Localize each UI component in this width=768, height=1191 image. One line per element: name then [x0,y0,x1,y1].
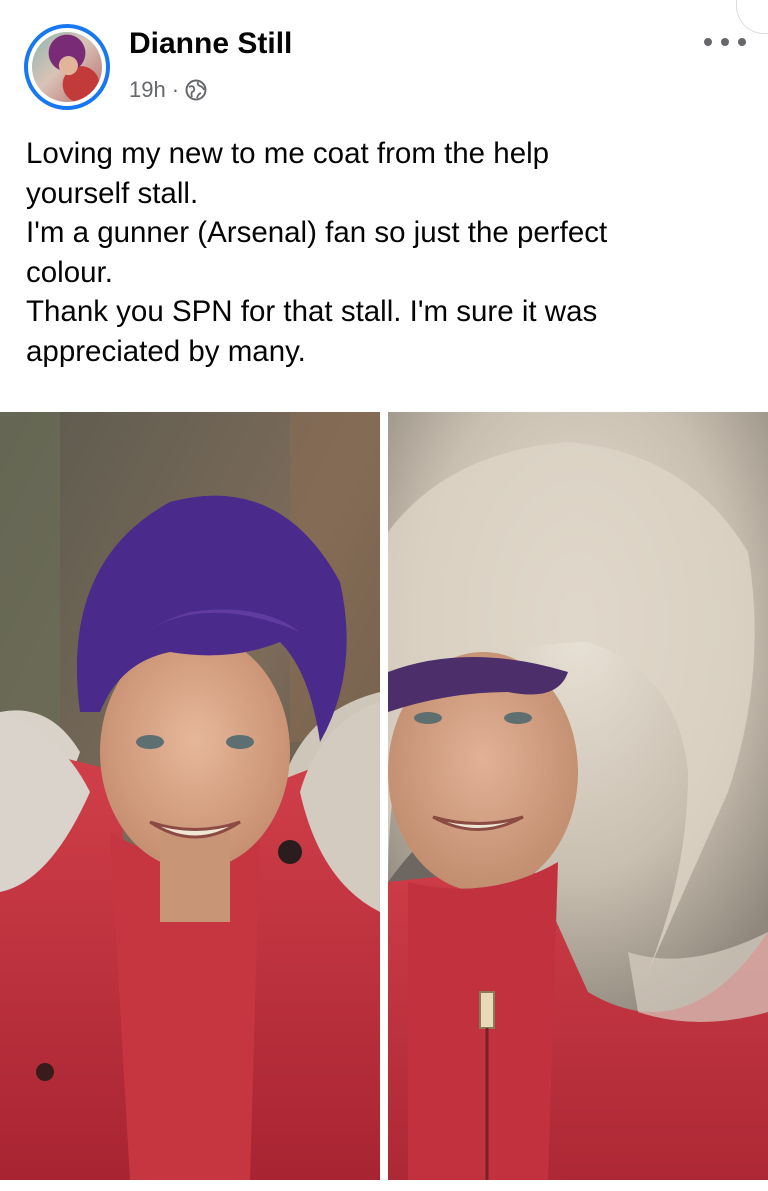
globe-icon [185,79,207,101]
meta-separator: · [171,77,180,102]
photo-grid [0,412,768,1180]
post-header: Dianne Still 19h · [0,0,768,120]
photo-left[interactable] [0,412,380,1180]
post-footer-spacer [0,1180,768,1191]
avatar-image [32,32,102,102]
more-options-button[interactable] [704,28,746,56]
photo-left-image [0,412,380,1180]
facebook-post: Dianne Still 19h · Loving my new to me c… [0,0,768,1191]
more-horizontal-icon [704,38,712,46]
photo-right[interactable] [388,412,768,1180]
photo-right-image [388,412,768,1180]
author-name[interactable]: Dianne Still [129,27,292,61]
avatar[interactable] [24,24,110,110]
post-text: Loving my new to me coat from the help y… [26,137,608,368]
more-dot [738,38,746,46]
more-dot [721,38,729,46]
post-time[interactable]: 19h [129,77,166,103]
post-meta: 19h · [129,76,207,104]
